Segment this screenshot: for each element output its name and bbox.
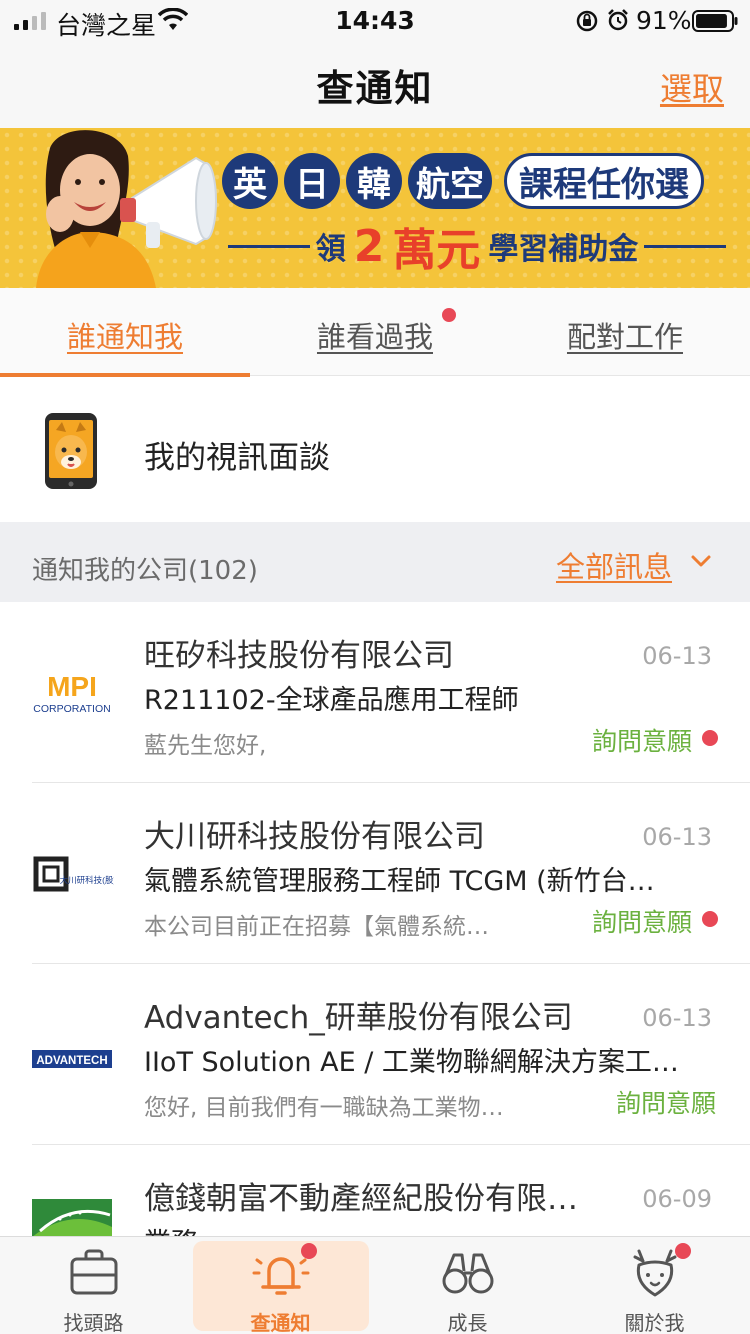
tab-find-jobs[interactable]: 找頭路: [0, 1237, 187, 1334]
list-item[interactable]: MPI CORPORATION 旺矽科技股份有限公司 06-13 R211102…: [0, 602, 750, 783]
banner-dash-right: [644, 244, 726, 248]
logo-text: 大川研科技(股): [60, 875, 114, 885]
banner-pill-japanese: 日: [284, 153, 340, 209]
mpi-company-logo: MPI CORPORATION: [33, 671, 110, 715]
phone-deer-mascot-icon: [45, 413, 97, 489]
banner-sub-number: 2: [353, 220, 385, 272]
logo-text: ADVANTECH: [36, 1055, 107, 1067]
tab-badge-dot: [675, 1243, 691, 1259]
tab-badge-dot: [442, 308, 456, 322]
tab-about-me[interactable]: 關於我: [561, 1237, 748, 1334]
orientation-lock-icon: [576, 10, 598, 32]
tab-badge-dot: [301, 1243, 317, 1259]
binoculars-icon: [442, 1253, 493, 1294]
alarm-icon: [608, 9, 628, 31]
status-label: 詢問意願: [615, 1089, 716, 1118]
yiqian-company-logo: [32, 1199, 112, 1236]
woman-with-megaphone-illustration: [36, 130, 217, 288]
company-name: Advantech_研華股份有限公司: [144, 1000, 573, 1036]
tab-bar-label: 成長: [447, 1311, 488, 1334]
tab-label: 誰看過我: [316, 320, 433, 354]
video-interview-label: 我的視訊面談: [144, 440, 330, 476]
job-title: R211102-全球產品應用工程師: [144, 685, 519, 716]
tab-bar-label: 關於我: [624, 1311, 685, 1334]
banner-pill-korean: 韓: [346, 153, 402, 209]
tab-bar-label: 查通知: [250, 1311, 311, 1334]
tab-who-viewed-me[interactable]: 誰看過我: [250, 288, 500, 376]
select-button[interactable]: 選取: [660, 64, 724, 110]
banner-sub-prefix: 領: [315, 232, 346, 267]
message-preview: 藍先生您好,: [144, 733, 267, 759]
dachuanyan-company-logo: 大川研科技(股): [33, 856, 114, 892]
notification-date: 06-09: [642, 1185, 712, 1213]
status-label: 詢問意願: [591, 727, 692, 756]
banner-pill-aviation: 航空: [408, 153, 492, 209]
tab-growth[interactable]: 成長: [374, 1237, 561, 1334]
job-title: 業務: [144, 1221, 684, 1236]
notifying-companies-count: 通知我的公司(102): [32, 556, 258, 586]
tab-bar-label: 找頭路: [63, 1311, 124, 1334]
company-name: 億錢朝富不動產經紀股份有限…: [144, 1181, 578, 1217]
chevron-down-icon[interactable]: [690, 552, 712, 570]
tab-notifications[interactable]: 查通知: [187, 1237, 374, 1334]
logo-text: MPI: [47, 671, 97, 702]
banner-sub-suffix: 學習補助金: [488, 232, 639, 267]
battery-icon: [692, 10, 738, 32]
page-title: 查通知: [316, 67, 434, 110]
notifying-companies-header: 通知我的公司(102) 全部訊息: [0, 522, 750, 602]
tab-label: 配對工作: [566, 320, 683, 354]
company-name: 旺矽科技股份有限公司: [144, 638, 454, 674]
notification-date: 06-13: [642, 1004, 712, 1032]
bottom-tab-bar: 找頭路 查通知 成長 關於我: [0, 1236, 750, 1334]
job-title: IIoT Solution AE / 工業物聯網解決方案工…: [144, 1047, 679, 1078]
list-item[interactable]: ADVANTECH Advantech_研華股份有限公司 06-13 IIoT …: [0, 964, 750, 1145]
notification-date: 06-13: [642, 823, 712, 851]
notification-list[interactable]: MPI CORPORATION 旺矽科技股份有限公司 06-13 R211102…: [0, 602, 750, 1236]
briefcase-icon: [70, 1249, 117, 1295]
banner-subsidy-line: 領 2 萬元 學習補助金: [222, 216, 732, 276]
banner-language-pills: 英 日 韓 航空 課程任你選: [222, 152, 704, 210]
advantech-company-logo: ADVANTECH: [32, 1050, 112, 1068]
notification-tabs: 誰通知我 誰看過我 配對工作: [0, 288, 750, 377]
promo-banner[interactable]: 英 日 韓 航空 課程任你選 領 2 萬元 學習補助金: [0, 128, 750, 288]
company-name: 大川研科技股份有限公司: [144, 819, 485, 855]
notification-date: 06-13: [642, 642, 712, 670]
job-title: 氣體系統管理服務工程師 TCGM (新竹台…: [144, 866, 655, 897]
message-filter-dropdown[interactable]: 全部訊息: [556, 544, 672, 586]
banner-pill-english: 英: [222, 153, 278, 209]
logo-subtext: CORPORATION: [33, 703, 110, 715]
status-bar: 台灣之星 14:43 91%: [0, 0, 750, 40]
banner-slogan: 課程任你選: [504, 153, 704, 209]
navigation-bar: 查通知 選取: [0, 40, 750, 128]
tab-who-notified-me[interactable]: 誰通知我: [0, 288, 250, 377]
list-item[interactable]: 大川研科技(股) 大川研科技股份有限公司 06-13 氣體系統管理服務工程師 T…: [0, 783, 750, 964]
banner-sub-amount: 萬元: [392, 225, 481, 276]
tab-label: 誰通知我: [66, 320, 183, 354]
unread-dot: [702, 911, 718, 927]
status-label: 詢問意願: [591, 908, 692, 937]
list-item[interactable]: 億錢朝富不動產經紀股份有限… 06-09 業務: [0, 1145, 750, 1236]
battery-percent: 91%: [636, 6, 692, 35]
banner-dash-left: [228, 244, 310, 248]
message-preview: 您好, 目前我們有一職缺為工業物…: [144, 1095, 504, 1121]
message-preview: 本公司目前正在招募【氣體系統…: [144, 914, 489, 940]
unread-dot: [702, 730, 718, 746]
tab-matched-jobs[interactable]: 配對工作: [500, 288, 750, 376]
video-interview-row[interactable]: 我的視訊面談: [0, 380, 750, 522]
